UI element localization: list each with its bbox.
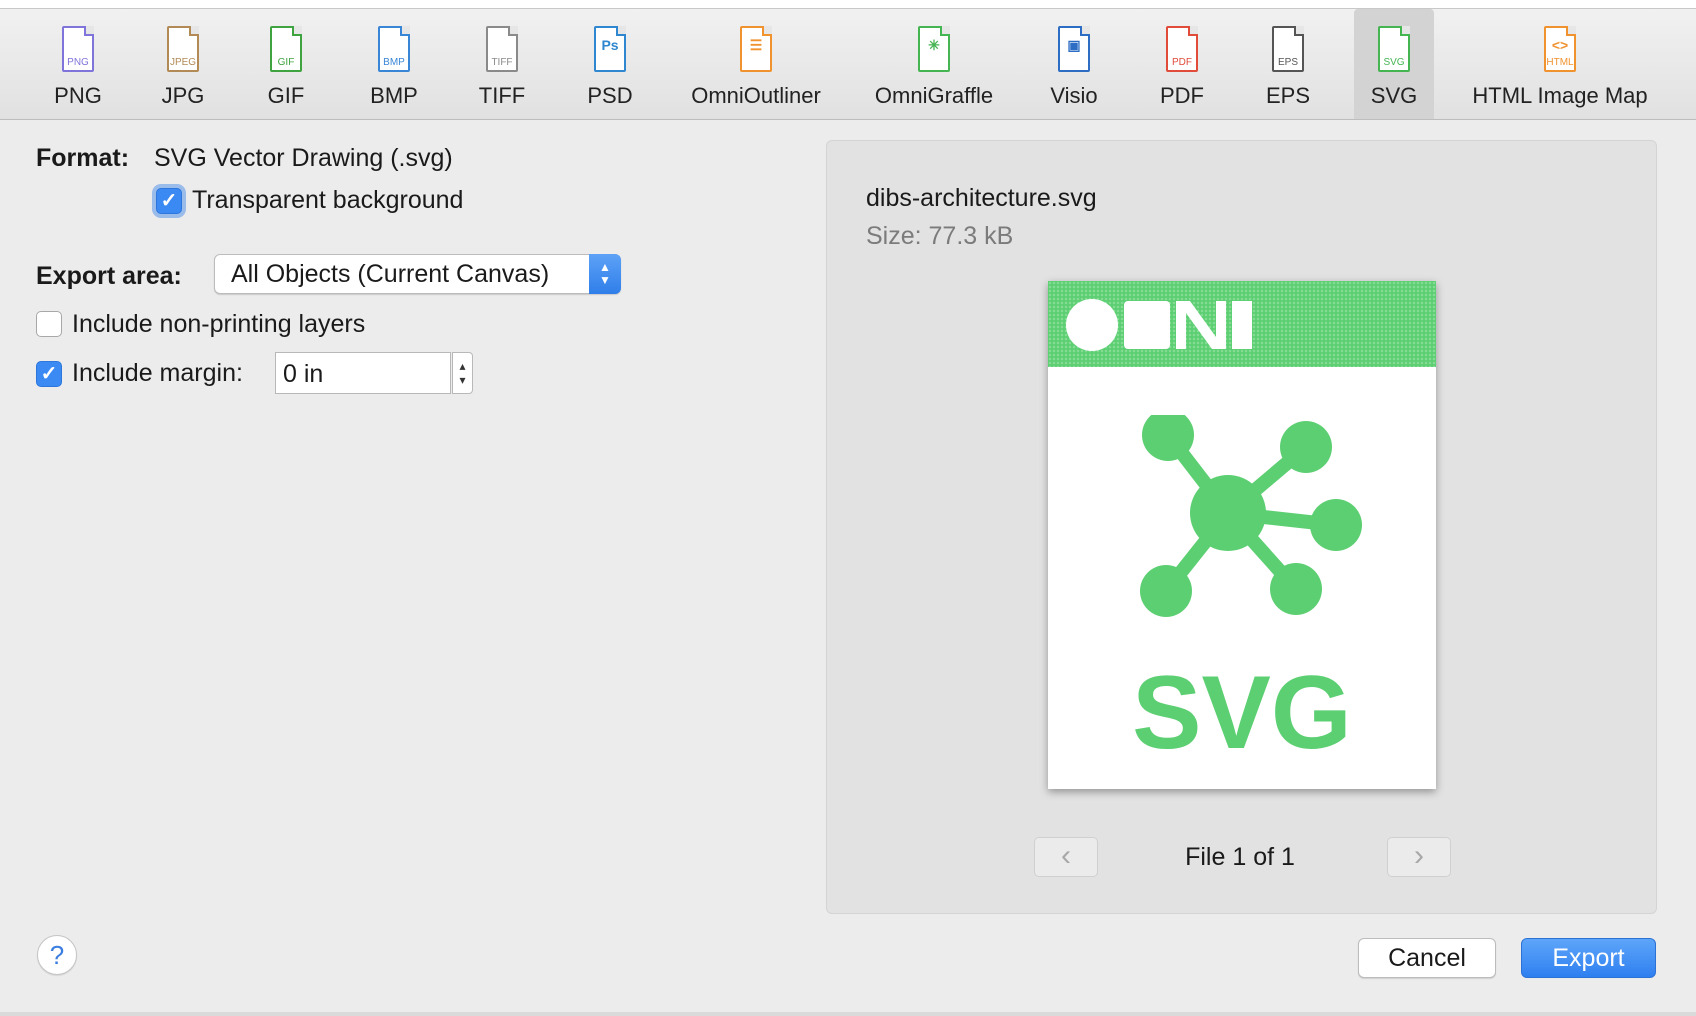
tool-eps-label: EPS [1265, 83, 1311, 108]
tool-visio-label: Visio [1050, 83, 1098, 108]
omni-logo [1066, 299, 1252, 351]
export-area-value: All Objects (Current Canvas) [231, 260, 550, 288]
tool-bmp-label: BMP [370, 83, 418, 108]
export-area-popup[interactable]: All Objects (Current Canvas) ▲ ▼ [214, 254, 621, 294]
transparent-background-checkbox[interactable]: ✓ [156, 188, 182, 214]
visio-file-icon: ▣ [1055, 26, 1093, 76]
gif-file-icon: GIF [267, 26, 305, 76]
export-area-label: Export area: [36, 262, 182, 290]
tool-gif-label: GIF [267, 83, 305, 108]
previous-file-button[interactable]: ‹ [1034, 837, 1098, 877]
tool-tiff[interactable]: TIFF TIFF [460, 9, 544, 119]
format-label: Format: [36, 144, 130, 172]
tiff-file-icon: TIFF [483, 26, 521, 76]
format-toolbar: PNG PNG JPEG JPG GIF GIF BMP BMP TIFF TI… [0, 9, 1696, 120]
tool-jpg[interactable]: JPEG JPG [141, 9, 225, 119]
tool-omnioutliner-label: OmniOutliner [691, 83, 821, 108]
png-file-icon: PNG [59, 26, 97, 76]
omnioutliner-file-icon: ☰ [737, 26, 775, 76]
stepper-up-icon[interactable]: ▴ [459, 359, 465, 373]
bmp-file-icon: BMP [375, 26, 413, 76]
html-file-icon: <> HTML [1541, 26, 1579, 76]
photoshop-file-icon: Ps [591, 26, 629, 76]
export-button[interactable]: Export [1521, 938, 1656, 978]
include-margin-label[interactable]: Include margin: [72, 359, 243, 388]
tool-pdf-label: PDF [1160, 83, 1204, 108]
file-count: File 1 of 1 [1185, 843, 1295, 871]
chevron-right-icon: › [1414, 839, 1424, 872]
tool-visio[interactable]: ▣ Visio [1032, 9, 1116, 119]
tool-psd[interactable]: Ps PSD [568, 9, 652, 119]
tool-html-image-map[interactable]: <> HTML HTML Image Map [1460, 9, 1660, 119]
non-printing-layers-checkbox[interactable] [36, 311, 62, 337]
margin-stepper[interactable]: ▴ ▾ [452, 352, 473, 394]
pdf-file-icon: PDF [1163, 26, 1201, 76]
jpeg-file-icon: JPEG [164, 26, 202, 76]
tool-eps[interactable]: EPS EPS [1246, 9, 1330, 119]
tool-png[interactable]: PNG PNG [36, 9, 120, 119]
preview-thumbnail: SVG [1048, 281, 1436, 789]
eps-file-icon: EPS [1269, 26, 1307, 76]
chevron-left-icon: ‹ [1061, 839, 1071, 872]
preview-size: Size: 77.3 kB [866, 222, 1014, 250]
tool-omnigraffle[interactable]: ✳ OmniGraffle [860, 9, 1008, 119]
tool-tiff-label: TIFF [478, 83, 526, 108]
tool-omnioutliner[interactable]: ☰ OmniOutliner [680, 9, 832, 119]
stepper-down-icon[interactable]: ▾ [459, 373, 465, 387]
omnigraffle-file-icon: ✳ [915, 26, 953, 76]
thumbnail-svg-label: SVG [1132, 655, 1352, 771]
preview-filename: dibs-architecture.svg [866, 184, 1097, 212]
tool-bmp[interactable]: BMP BMP [352, 9, 436, 119]
tool-pdf[interactable]: PDF PDF [1140, 9, 1224, 119]
tool-jpg-label: JPG [161, 83, 205, 108]
checkmark-icon: ✓ [160, 190, 178, 212]
tool-html-image-map-label: HTML Image Map [1472, 83, 1648, 108]
cancel-button[interactable]: Cancel [1358, 938, 1496, 978]
format-value: SVG Vector Drawing (.svg) [154, 144, 453, 172]
include-margin-checkbox[interactable]: ✓ [36, 361, 62, 387]
svg-file-icon: SVG [1375, 26, 1413, 76]
tool-gif[interactable]: GIF GIF [244, 9, 328, 119]
non-printing-layers-label[interactable]: Include non-printing layers [72, 310, 365, 339]
window-bottom-edge [0, 1012, 1696, 1016]
thumbnail-header [1048, 281, 1436, 367]
margin-value: 0 in [283, 360, 324, 388]
checkmark-icon: ✓ [40, 363, 58, 385]
window-top-edge [0, 0, 1696, 9]
tool-svg[interactable]: SVG SVG [1354, 9, 1434, 119]
tool-png-label: PNG [54, 83, 102, 108]
transparent-background-label[interactable]: Transparent background [192, 186, 463, 215]
next-file-button[interactable]: › [1387, 837, 1451, 877]
tool-psd-label: PSD [587, 83, 633, 108]
omnigraffle-graph-icon [1140, 415, 1362, 617]
popup-arrows-icon: ▲ ▼ [589, 254, 621, 294]
tool-svg-label: SVG [1370, 83, 1418, 108]
margin-field[interactable]: 0 in [275, 352, 451, 394]
help-button[interactable]: ? [37, 935, 77, 975]
tool-omnigraffle-label: OmniGraffle [874, 83, 994, 108]
